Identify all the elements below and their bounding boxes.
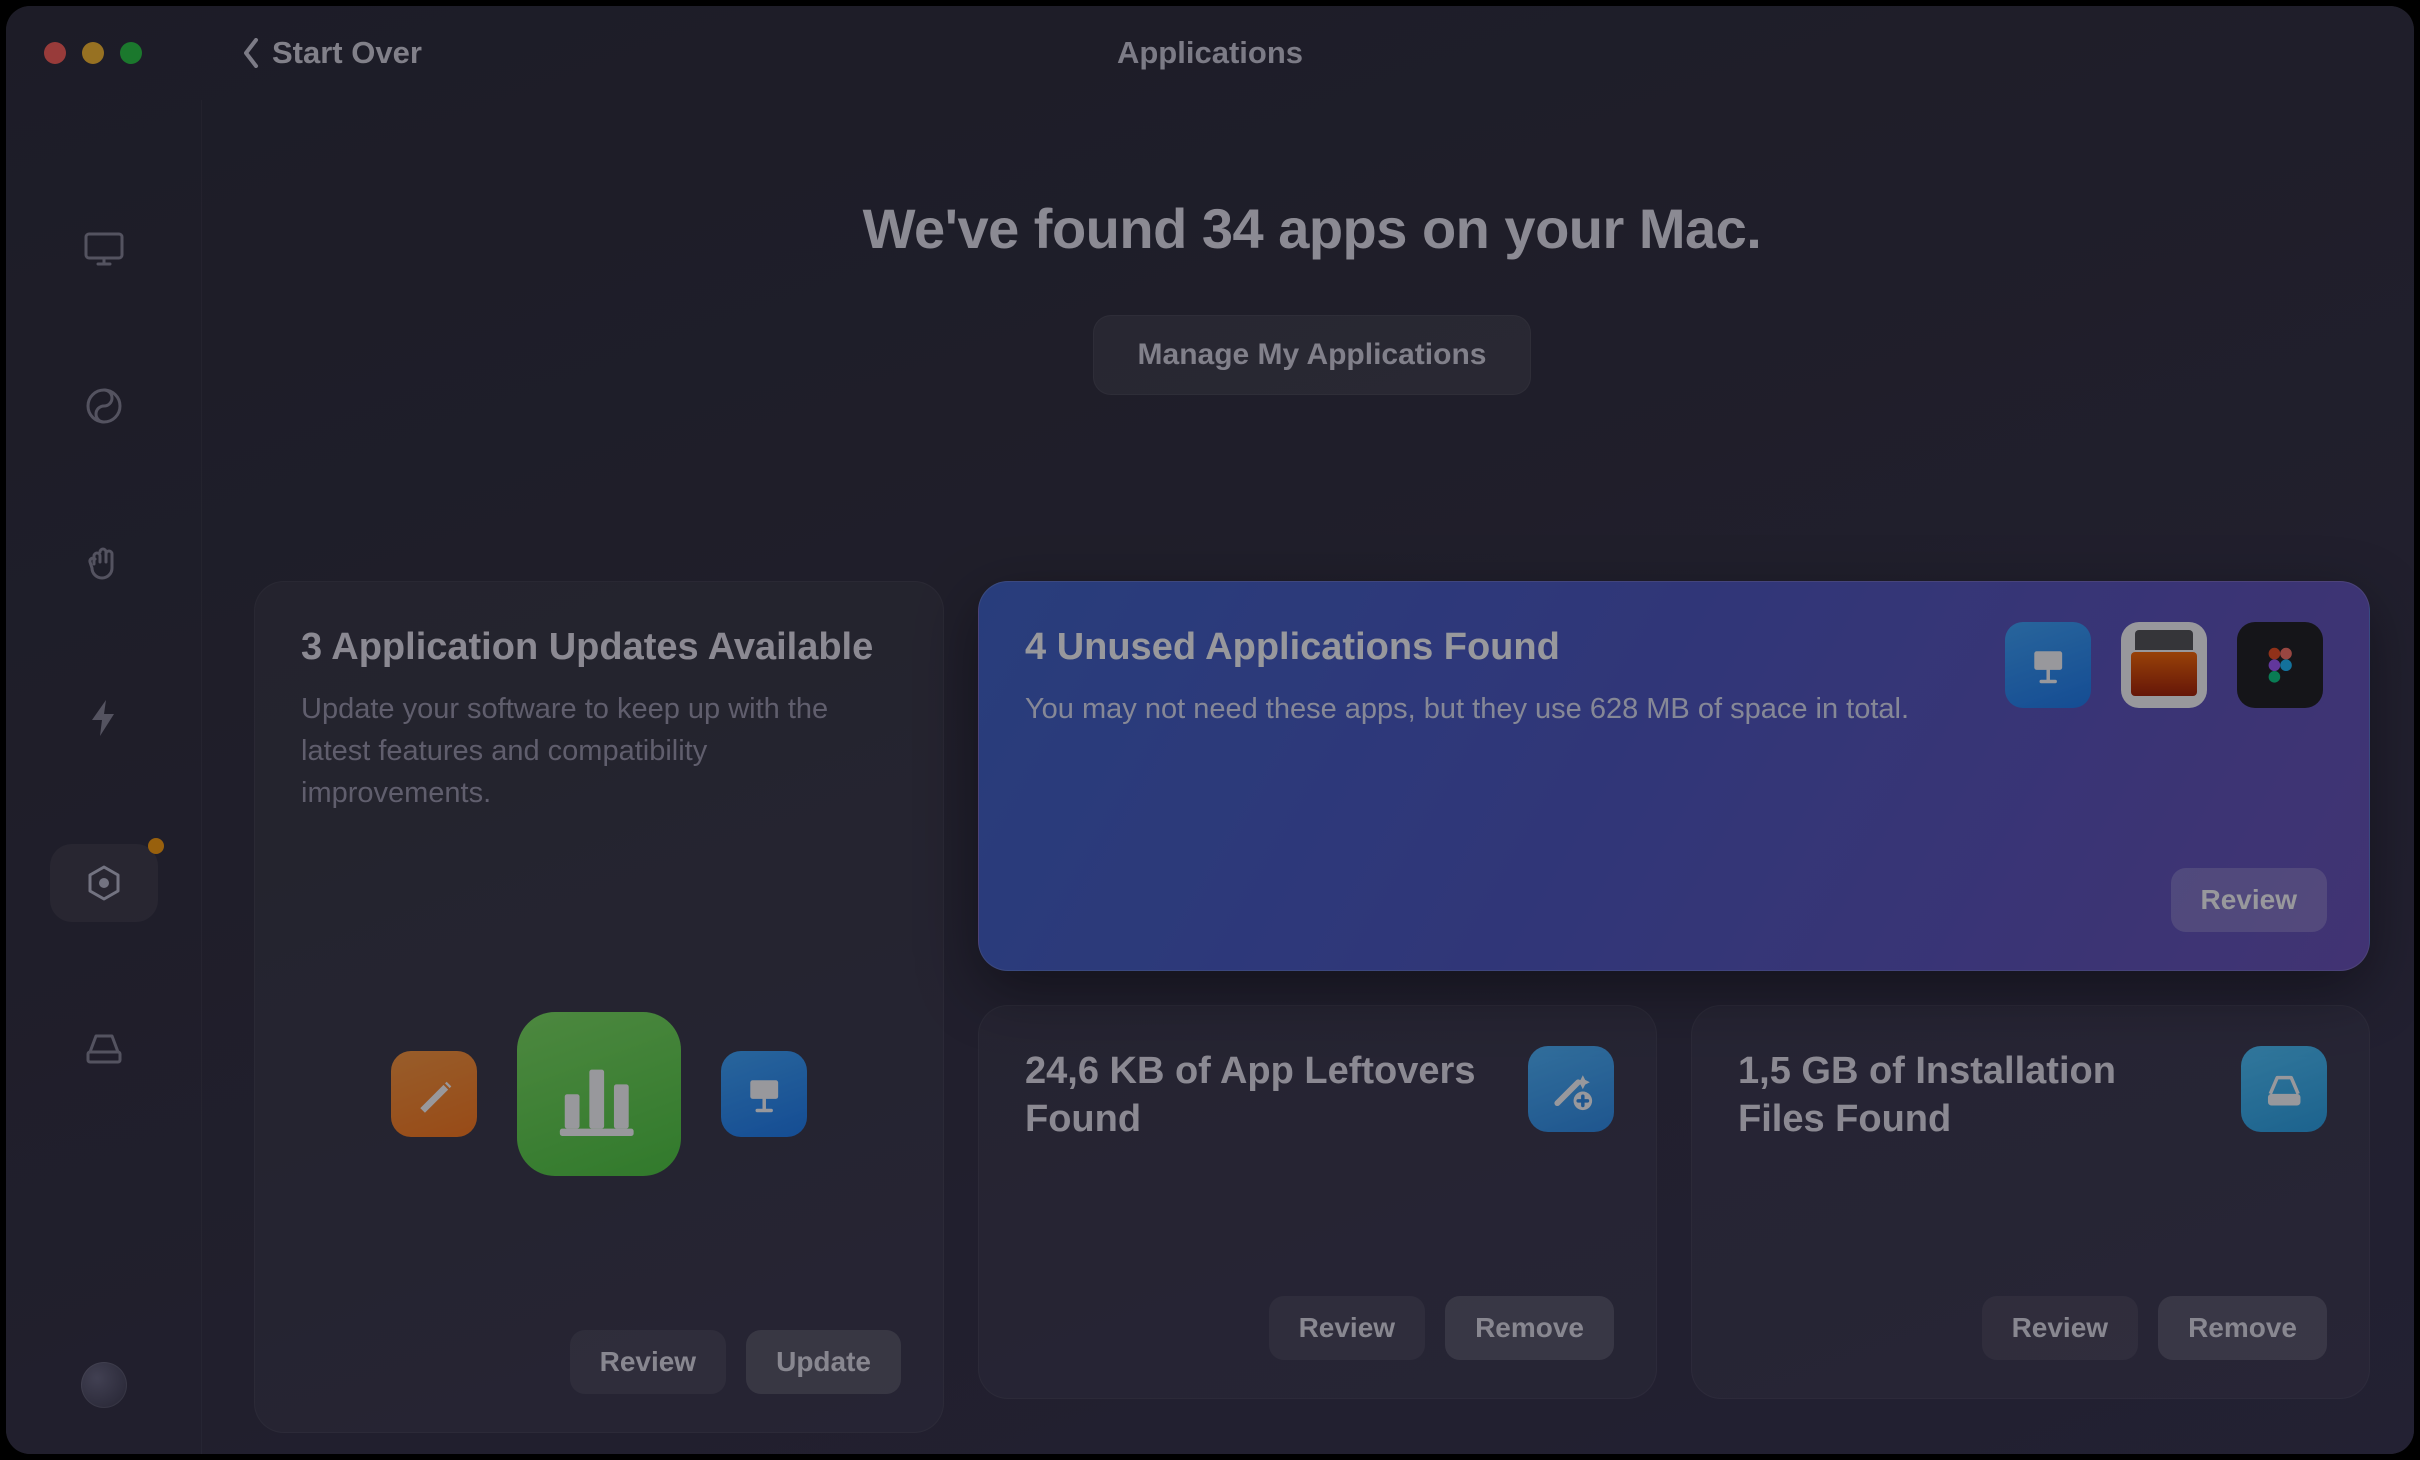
card-unused-apps: 4 Unused Applications Found You may not … <box>978 581 2370 971</box>
right-column: 4 Unused Applications Found You may not … <box>978 581 2370 1399</box>
cards-grid: 3 Application Updates Available Update y… <box>254 581 2370 1433</box>
sidebar-footer <box>6 1362 201 1408</box>
card-updates-desc: Update your software to keep up with the… <box>301 688 861 814</box>
leftovers-review-button[interactable]: Review <box>1269 1296 1426 1360</box>
unused-review-button[interactable]: Review <box>2171 868 2328 932</box>
avatar[interactable] <box>81 1362 127 1408</box>
installers-remove-button[interactable]: Remove <box>2158 1296 2327 1360</box>
titlebar: Start Over Applications <box>6 6 2414 100</box>
back-button[interactable]: Start Over <box>242 35 422 71</box>
app-window: Start Over Applications We've found 34 a <box>6 6 2414 1454</box>
card-leftovers: 24,6 KB of App Leftovers Found Review Re… <box>978 1005 1657 1399</box>
numbers-app-icon <box>517 1012 681 1176</box>
card-unused-desc: You may not need these apps, but they us… <box>1025 688 1965 730</box>
card-leftovers-actions: Review Remove <box>1269 1296 1614 1360</box>
card-unused-actions: Review <box>2171 868 2328 932</box>
leftovers-remove-button[interactable]: Remove <box>1445 1296 1614 1360</box>
pages-app-icon <box>391 1051 477 1137</box>
keynote-app-icon <box>721 1051 807 1137</box>
card-leftovers-title: 24,6 KB of App Leftovers Found <box>1025 1048 1495 1143</box>
hero-headline: We've found 34 apps on your Mac. <box>254 196 2370 261</box>
installers-review-button[interactable]: Review <box>1982 1296 2139 1360</box>
minimize-window-button[interactable] <box>82 42 104 64</box>
sub-cards-row: 24,6 KB of App Leftovers Found Review Re… <box>978 1005 2370 1399</box>
sidebar-item-speed[interactable] <box>74 688 134 748</box>
unused-thumb-row <box>2005 622 2323 708</box>
manage-applications-button[interactable]: Manage My Applications <box>1093 315 1532 395</box>
imac-icon <box>82 228 126 272</box>
yinyang-icon <box>82 384 126 428</box>
keynote-thumb-icon <box>2005 622 2091 708</box>
fullscreen-window-button[interactable] <box>120 42 142 64</box>
installer-drive-icon <box>2241 1046 2327 1132</box>
card-updates: 3 Application Updates Available Update y… <box>254 581 944 1433</box>
magic-wand-icon <box>1528 1046 1614 1132</box>
sidebar-item-files[interactable] <box>74 1018 134 1078</box>
sidebar-item-applications[interactable] <box>50 844 158 922</box>
drive-icon <box>82 1026 126 1070</box>
figma-thumb-icon <box>2237 622 2323 708</box>
updates-update-button[interactable]: Update <box>746 1330 901 1394</box>
printer-thumb-icon <box>2121 622 2207 708</box>
hero: We've found 34 apps on your Mac. Manage … <box>254 196 2370 395</box>
sidebar-item-privacy[interactable] <box>74 532 134 592</box>
bolt-icon <box>82 696 126 740</box>
sidebar-item-junk[interactable] <box>74 376 134 436</box>
updates-review-button[interactable]: Review <box>570 1330 727 1394</box>
apps-hexagon-icon <box>82 861 126 905</box>
main-content: We've found 34 apps on your Mac. Manage … <box>202 100 2414 1454</box>
card-updates-actions: Review Update <box>570 1330 901 1394</box>
window-controls <box>44 42 142 64</box>
hand-icon <box>82 540 126 584</box>
close-window-button[interactable] <box>44 42 66 64</box>
sidebar <box>6 100 202 1454</box>
card-installers-title: 1,5 GB of Installation Files Found <box>1738 1048 2178 1143</box>
sidebar-item-mac[interactable] <box>74 220 134 280</box>
card-installers: 1,5 GB of Installation Files Found Revie… <box>1691 1005 2370 1399</box>
card-updates-title: 3 Application Updates Available <box>301 624 897 672</box>
chevron-left-icon <box>242 38 260 68</box>
card-installers-actions: Review Remove <box>1982 1296 2327 1360</box>
back-label: Start Over <box>272 35 422 71</box>
updates-icon-row <box>255 1012 943 1176</box>
